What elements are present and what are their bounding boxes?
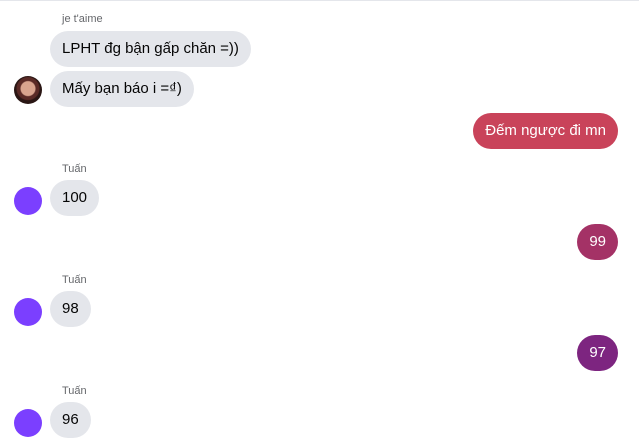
top-divider (0, 0, 641, 1)
message-bubble[interactable]: 98 (50, 291, 91, 327)
avatar[interactable] (14, 76, 42, 104)
avatar[interactable] (14, 409, 42, 437)
message-bubble-outgoing[interactable]: Đếm ngược đi mn (473, 113, 618, 149)
avatar[interactable] (14, 187, 42, 215)
message-bubble-outgoing[interactable]: 99 (577, 224, 618, 260)
sender-name: je t'aime (62, 13, 103, 25)
sender-name: Tuấn (62, 163, 87, 175)
sender-name: Tuấn (62, 385, 87, 397)
message-bubble-outgoing[interactable]: 97 (577, 335, 618, 371)
avatar[interactable] (14, 298, 42, 326)
message-bubble[interactable]: LPHT đg bận gấp chăn =)) (50, 31, 251, 67)
message-bubble[interactable]: 96 (50, 402, 91, 438)
message-bubble[interactable]: 100 (50, 180, 100, 216)
message-bubble[interactable]: Mấy bạn báo i =₫) (50, 71, 194, 107)
sender-name: Tuấn (62, 274, 87, 286)
